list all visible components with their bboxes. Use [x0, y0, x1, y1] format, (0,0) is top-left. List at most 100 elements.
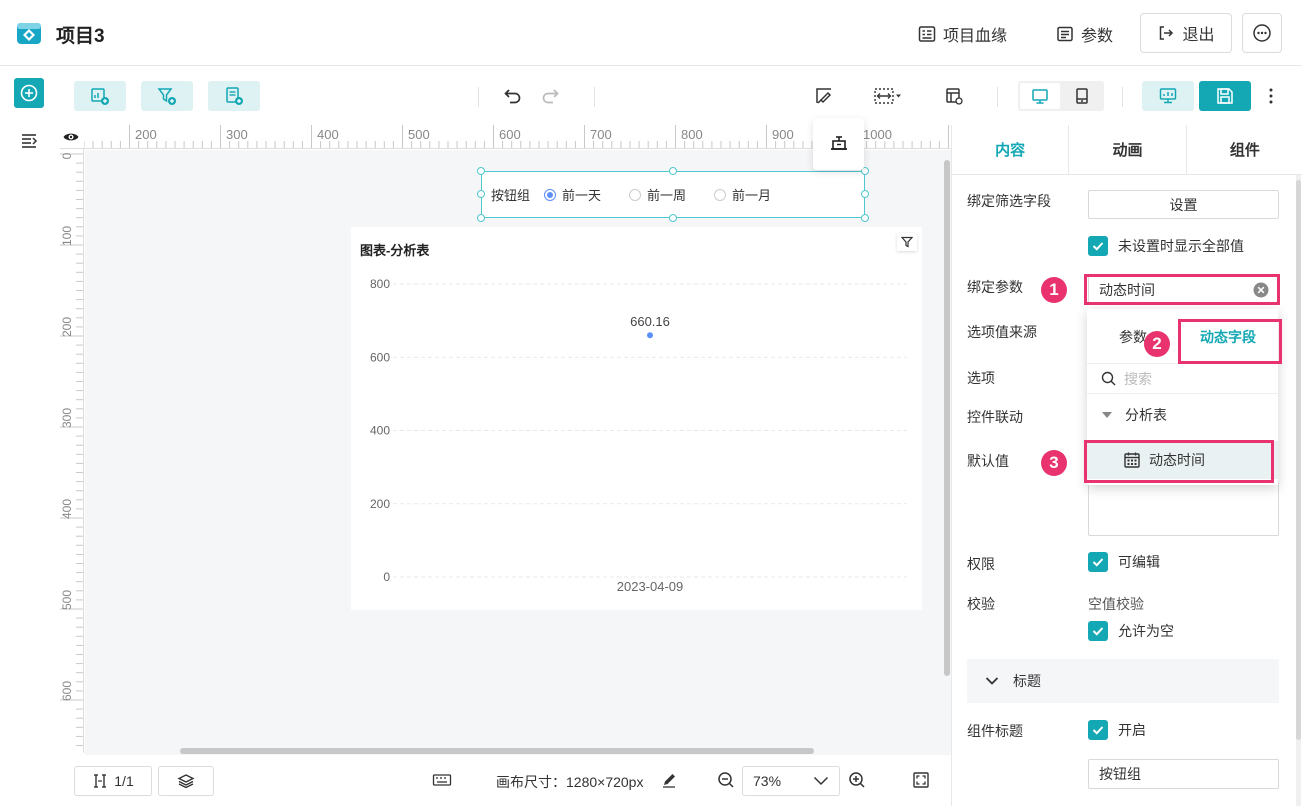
data-label: 660.16: [630, 314, 670, 329]
outline-toggle-button[interactable]: [19, 132, 41, 152]
editable-label: 可编辑: [1118, 554, 1160, 570]
button-group-widget[interactable]: 按钮组 前一天 前一周 前一月: [481, 171, 865, 218]
params-icon: [1056, 25, 1074, 43]
title-section-header[interactable]: 标题: [967, 659, 1279, 703]
add-chart-button[interactable]: [74, 81, 126, 111]
resize-handle[interactable]: [477, 167, 485, 175]
fit-screen-button[interactable]: [912, 771, 930, 789]
resize-handle[interactable]: [669, 167, 677, 175]
validation-label: 校验: [967, 596, 995, 612]
enable-title-checkbox[interactable]: 开启: [1088, 720, 1146, 740]
allow-null-label: 允许为空: [1118, 623, 1174, 639]
radio-option-1[interactable]: 前一周: [629, 185, 686, 204]
undo-button[interactable]: [500, 83, 526, 109]
ruler-label: 500: [60, 589, 74, 611]
add-component-button[interactable]: [14, 78, 44, 108]
ruler-label: 0: [60, 152, 74, 160]
highlight-box-3: [1084, 440, 1274, 483]
canvas-status-bar: 1/1 画布尺寸：1280×720px 73%: [60, 755, 951, 806]
design-canvas[interactable]: 按钮组 前一天 前一周 前一月 图表-分析表 800 600 400 200 0 660.…: [85, 150, 951, 755]
zoom-select[interactable]: 73%: [742, 766, 840, 796]
resize-handle[interactable]: [669, 214, 677, 222]
eye-toggle-button[interactable]: [62, 129, 80, 145]
project-lineage-button[interactable]: 项目血缘: [918, 22, 1007, 46]
chart-widget[interactable]: 图表-分析表 800 600 400 200 0 660.16 2023-04-09: [351, 227, 922, 610]
resize-handle[interactable]: [477, 190, 485, 198]
ruler-label: 900: [772, 127, 794, 142]
permission-label: 权限: [967, 556, 995, 572]
allow-null-checkbox[interactable]: 允许为空: [1088, 621, 1174, 641]
canvas-size-label: 画布尺寸：1280×720px: [496, 774, 644, 790]
panel-scrollbar[interactable]: [1296, 180, 1301, 740]
dropdown-group-analysis[interactable]: 分析表: [1101, 405, 1167, 425]
left-sidebar: [0, 125, 60, 765]
redo-button[interactable]: [537, 83, 563, 109]
eye-icon: [62, 129, 80, 145]
add-report-button[interactable]: [208, 81, 260, 111]
page-navigator-button[interactable]: 1/1: [74, 766, 152, 796]
resize-handle[interactable]: [861, 190, 869, 198]
keyboard-icon: [432, 772, 452, 788]
settings-button[interactable]: 设置: [1088, 190, 1279, 219]
edit-canvas-size-button[interactable]: [660, 771, 678, 789]
layers-button[interactable]: [158, 766, 214, 796]
page-title: 项目3: [56, 26, 105, 47]
undo-icon: [503, 86, 523, 106]
add-filter-button[interactable]: [141, 81, 193, 111]
show-all-checkbox[interactable]: 未设置时显示全部值: [1088, 236, 1244, 256]
ruler-label: 600: [499, 127, 521, 142]
toolbar-more-button[interactable]: [1262, 85, 1280, 107]
align-dropdown-button[interactable]: [872, 83, 904, 109]
dropdown-search[interactable]: 搜索: [1087, 364, 1278, 394]
component-title-input[interactable]: 按钮组: [1088, 759, 1279, 789]
zoom-out-button[interactable]: [717, 771, 735, 789]
exit-button[interactable]: 退出: [1140, 13, 1232, 53]
tablet-icon: [1073, 87, 1091, 105]
canvas-horizontal-scrollbar[interactable]: [180, 748, 814, 754]
desktop-view-button[interactable]: [1020, 83, 1060, 109]
preview-button[interactable]: [1142, 81, 1194, 111]
radio-option-label: 前一天: [562, 188, 602, 203]
params-button[interactable]: 参数: [1056, 22, 1113, 46]
ruler-label: 700: [590, 127, 612, 142]
more-options-button[interactable]: [1242, 13, 1282, 53]
default-value-textarea[interactable]: [1088, 482, 1279, 536]
project-lineage-label: 项目血缘: [943, 28, 1008, 45]
toolbar-divider: [594, 87, 595, 107]
tab-animation[interactable]: 动画: [1069, 125, 1187, 174]
ruler-vertical: 0 100 200 300 400 500 600: [60, 149, 84, 753]
style-brush-button[interactable]: [811, 83, 837, 109]
search-icon: [1101, 371, 1116, 386]
page-settings-button[interactable]: [941, 83, 967, 109]
tab-component[interactable]: 组件: [1186, 125, 1302, 174]
resize-handle[interactable]: [861, 214, 869, 222]
canvas-vertical-scrollbar[interactable]: [944, 160, 950, 676]
radio-option-2[interactable]: 前一月: [714, 185, 771, 204]
toolbar-divider: [478, 87, 479, 107]
keyboard-shortcuts-button[interactable]: [432, 772, 452, 788]
zoom-in-button[interactable]: [848, 771, 866, 789]
tab-content[interactable]: 内容: [952, 125, 1070, 174]
mobile-view-button[interactable]: [1062, 83, 1102, 109]
dropdown-tab-params[interactable]: 参数: [1119, 327, 1147, 347]
preview-icon: [1158, 86, 1178, 106]
ruler-label: 500: [408, 127, 430, 142]
editable-checkbox[interactable]: 可编辑: [1088, 552, 1160, 572]
ruler-label: 1000: [863, 127, 892, 142]
radio-option-0[interactable]: 前一天: [544, 185, 601, 204]
monitor-icon: [1031, 87, 1049, 105]
align-icon: [873, 86, 903, 106]
resize-handle[interactable]: [477, 214, 485, 222]
dropdown-group-label: 分析表: [1125, 407, 1167, 423]
exit-icon: [1157, 24, 1175, 42]
floating-tool-button[interactable]: [813, 118, 864, 170]
option-source-label: 选项值来源: [967, 324, 1037, 340]
y-tick-label: 200: [370, 497, 390, 511]
ruler-label: 300: [60, 407, 74, 429]
radio-dot-icon: [544, 188, 557, 201]
ruler-label: 400: [317, 127, 339, 142]
data-point[interactable]: [647, 332, 653, 339]
toolbar-divider: [997, 87, 998, 107]
save-button[interactable]: [1199, 81, 1251, 111]
toolbar-divider: [1122, 87, 1123, 107]
